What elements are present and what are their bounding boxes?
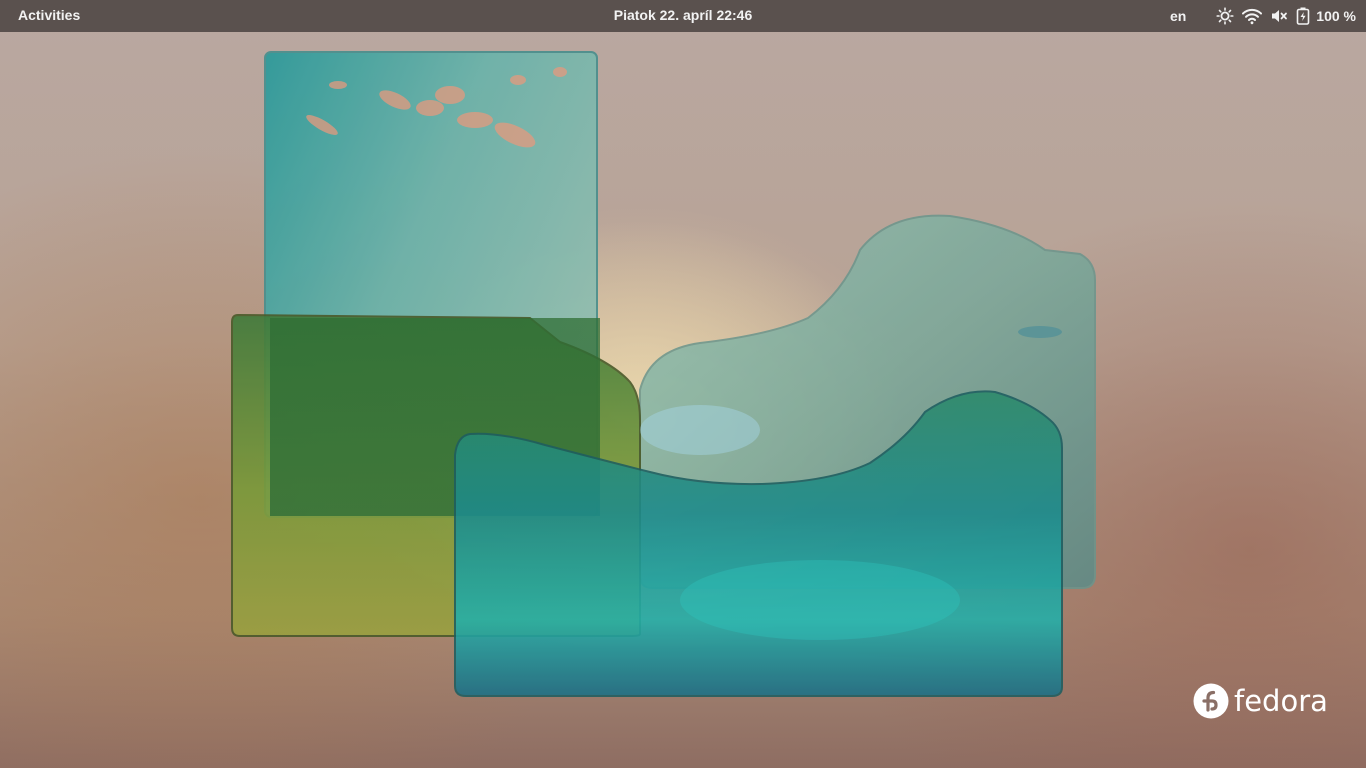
keyboard-layout-indicator[interactable]: en (1170, 8, 1186, 24)
battery-icon (1296, 7, 1310, 25)
wallpaper-artwork (231, 51, 1096, 697)
fedora-infinity-icon (1193, 683, 1229, 719)
brightness-icon (1216, 7, 1234, 25)
date-time-button[interactable]: Piatok 22. apríl 22:46 (614, 7, 753, 23)
fedora-wordmark: fedora (1234, 684, 1328, 718)
activities-button[interactable]: Activities (18, 7, 80, 23)
clock-container: Piatok 22. apríl 22:46 (0, 7, 1366, 23)
system-menu-button[interactable]: 100 % (1216, 7, 1356, 25)
top-bar: Activities Piatok 22. apríl 22:46 en 100… (0, 0, 1366, 32)
wifi-icon (1242, 7, 1263, 25)
system-tray: en 100 % (1170, 0, 1356, 32)
volume-muted-icon (1270, 7, 1288, 25)
fedora-logo: fedora (1193, 683, 1328, 719)
battery-percentage: 100 % (1316, 8, 1356, 24)
